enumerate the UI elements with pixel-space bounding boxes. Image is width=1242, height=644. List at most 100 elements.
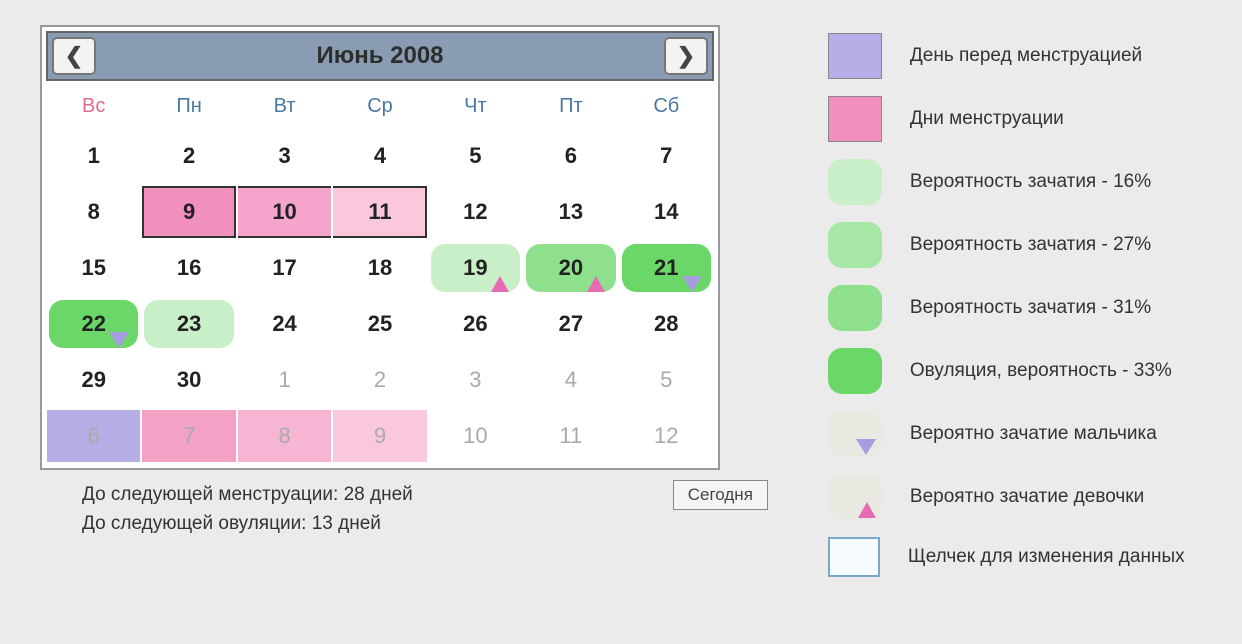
calendar-day[interactable]: 13 <box>523 184 618 240</box>
girl-marker-icon <box>491 276 509 292</box>
day-number: 18 <box>368 255 392 281</box>
boy-marker-icon <box>109 332 129 348</box>
day-number: 14 <box>654 199 678 225</box>
day-number: 10 <box>463 423 487 449</box>
calendar-panel: ❮ Июнь 2008 ❯ ВсПнВтСрЧтПтСб 12345678910… <box>40 25 720 470</box>
today-button[interactable]: Сегодня <box>673 480 768 510</box>
weekday-label: Пт <box>523 87 618 128</box>
day-number: 28 <box>654 311 678 337</box>
day-number: 9 <box>374 423 386 449</box>
calendar-day[interactable]: 3 <box>428 352 523 408</box>
calendar-day[interactable]: 7 <box>141 408 236 464</box>
legend-label: Щелчек для изменения данных <box>908 546 1185 568</box>
legend-swatch <box>828 159 882 205</box>
calendar-day[interactable]: 20 <box>523 240 618 296</box>
legend-label: Дни менструации <box>910 108 1064 130</box>
day-number: 8 <box>88 199 100 225</box>
legend-label: Вероятность зачатия - 31% <box>910 297 1151 319</box>
calendar-day[interactable]: 26 <box>428 296 523 352</box>
calendar-day[interactable]: 12 <box>428 184 523 240</box>
legend-item: Вероятно зачатие мальчика <box>828 411 1185 457</box>
legend-swatch <box>828 285 882 331</box>
calendar-day[interactable]: 27 <box>523 296 618 352</box>
calendar-day[interactable]: 5 <box>428 128 523 184</box>
calendar-day[interactable]: 8 <box>46 184 141 240</box>
calendar-day[interactable]: 25 <box>332 296 427 352</box>
day-number: 20 <box>559 255 583 281</box>
day-number: 19 <box>463 255 487 281</box>
calendar-day[interactable]: 9 <box>141 184 236 240</box>
calendar-day[interactable]: 30 <box>141 352 236 408</box>
calendar-day[interactable]: 6 <box>523 128 618 184</box>
calendar-grid: 1234567891011121314151617181920212223242… <box>46 128 714 464</box>
calendar-day[interactable]: 24 <box>237 296 332 352</box>
calendar-day[interactable]: 9 <box>332 408 427 464</box>
weekday-label: Сб <box>619 87 714 128</box>
day-number: 2 <box>374 367 386 393</box>
calendar-day[interactable]: 2 <box>332 352 427 408</box>
calendar-day[interactable]: 11 <box>332 184 427 240</box>
day-number: 5 <box>660 367 672 393</box>
calendar-day[interactable]: 28 <box>619 296 714 352</box>
chevron-left-icon: ❮ <box>65 43 83 69</box>
day-number: 1 <box>88 143 100 169</box>
calendar-day[interactable]: 4 <box>523 352 618 408</box>
legend-swatch <box>828 474 882 520</box>
calendar-day[interactable]: 23 <box>141 296 236 352</box>
weekday-header: ВсПнВтСрЧтПтСб <box>46 87 714 128</box>
calendar-header: ❮ Июнь 2008 ❯ <box>46 31 714 81</box>
legend-label: Вероятность зачатия - 27% <box>910 234 1151 256</box>
next-month-button[interactable]: ❯ <box>664 37 708 75</box>
boy-marker-icon <box>682 276 702 292</box>
calendar-day[interactable]: 29 <box>46 352 141 408</box>
day-number: 3 <box>469 367 481 393</box>
legend-swatch <box>828 96 882 142</box>
calendar-day[interactable]: 15 <box>46 240 141 296</box>
info-lines: До следующей менструации: 28 дней Сегодн… <box>82 480 768 539</box>
calendar-day[interactable]: 8 <box>237 408 332 464</box>
calendar-day[interactable]: 4 <box>332 128 427 184</box>
legend-item: Вероятность зачатия - 16% <box>828 159 1185 205</box>
legend: День перед менструациейДни менструацииВе… <box>828 33 1185 577</box>
legend-item: Вероятность зачатия - 27% <box>828 222 1185 268</box>
day-number: 13 <box>559 199 583 225</box>
calendar-day[interactable]: 19 <box>428 240 523 296</box>
calendar-day[interactable]: 1 <box>46 128 141 184</box>
calendar-day[interactable]: 10 <box>428 408 523 464</box>
day-number: 17 <box>272 255 296 281</box>
calendar-day[interactable]: 14 <box>619 184 714 240</box>
weekday-label: Чт <box>428 87 523 128</box>
calendar-day[interactable]: 2 <box>141 128 236 184</box>
calendar-day[interactable]: 6 <box>46 408 141 464</box>
calendar-day[interactable]: 12 <box>619 408 714 464</box>
legend-item: Дни менструации <box>828 96 1185 142</box>
calendar-day[interactable]: 5 <box>619 352 714 408</box>
prev-month-button[interactable]: ❮ <box>52 37 96 75</box>
weekday-label: Ср <box>332 87 427 128</box>
calendar-day[interactable]: 17 <box>237 240 332 296</box>
day-number: 11 <box>368 199 391 225</box>
day-number: 26 <box>463 311 487 337</box>
day-number: 23 <box>177 311 201 337</box>
legend-swatch <box>828 222 882 268</box>
calendar-day[interactable]: 11 <box>523 408 618 464</box>
day-number: 29 <box>81 367 105 393</box>
calendar-day[interactable]: 10 <box>237 184 332 240</box>
calendar-day[interactable]: 16 <box>141 240 236 296</box>
day-number: 11 <box>559 423 582 449</box>
weekday-label: Пн <box>141 87 236 128</box>
calendar-day[interactable]: 21 <box>619 240 714 296</box>
legend-item: Щелчек для изменения данных <box>828 537 1185 577</box>
calendar-day[interactable]: 3 <box>237 128 332 184</box>
legend-label: Вероятно зачатие мальчика <box>910 423 1157 445</box>
day-number: 25 <box>368 311 392 337</box>
day-number: 4 <box>565 367 577 393</box>
day-number: 6 <box>88 423 100 449</box>
legend-swatch <box>828 348 882 394</box>
calendar-day[interactable]: 22 <box>46 296 141 352</box>
calendar-day[interactable]: 7 <box>619 128 714 184</box>
calendar-day[interactable]: 18 <box>332 240 427 296</box>
legend-swatch <box>828 411 882 457</box>
day-number: 7 <box>183 423 195 449</box>
calendar-day[interactable]: 1 <box>237 352 332 408</box>
